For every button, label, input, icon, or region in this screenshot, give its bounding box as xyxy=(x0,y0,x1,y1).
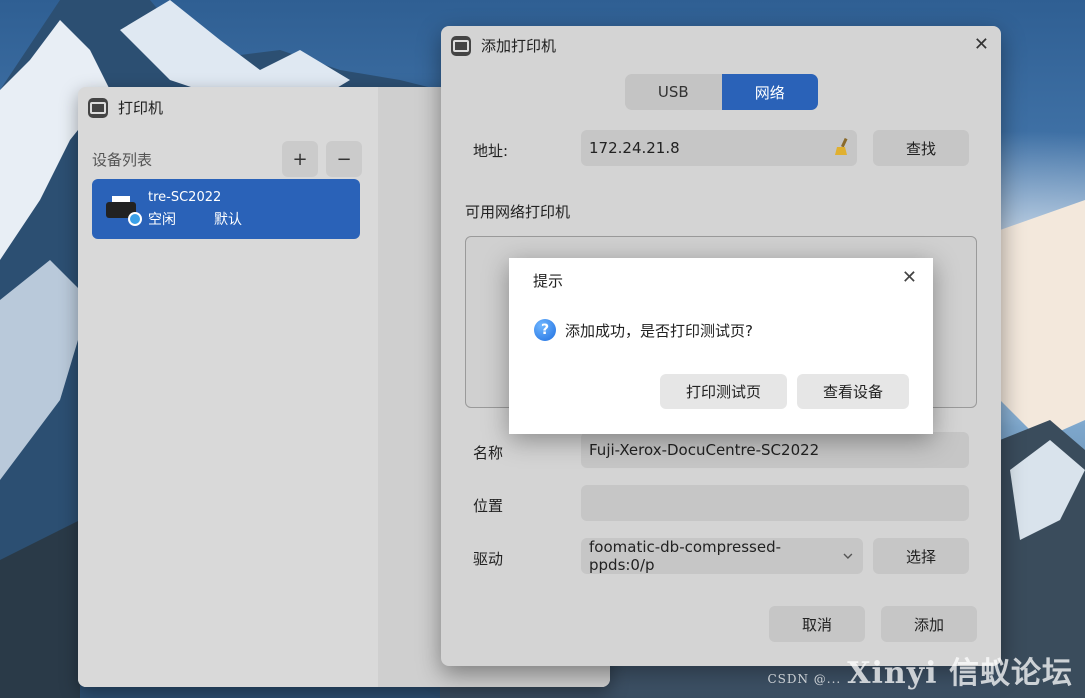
plus-icon: + xyxy=(292,148,308,170)
connection-type-tabs: USB 网络 xyxy=(625,74,818,110)
device-default-badge: 默认 xyxy=(214,211,242,228)
printer-window-title: 打印机 xyxy=(118,99,164,117)
device-status: 空闲 xyxy=(148,211,176,228)
tab-network[interactable]: 网络 xyxy=(721,74,818,110)
print-test-dialog: 提示 ✕ ? 添加成功，是否打印测试页? 打印测试页 查看设备 xyxy=(509,258,933,434)
add-printer-title: 添加打印机 xyxy=(481,37,557,55)
name-input[interactable]: Fuji-Xerox-DocuCentre-SC2022 xyxy=(581,432,969,468)
find-button[interactable]: 查找 xyxy=(873,130,969,166)
dialog-message: 添加成功，是否打印测试页? xyxy=(565,322,753,340)
printer-app-icon xyxy=(451,35,471,56)
chevron-down-icon xyxy=(843,553,853,559)
network-printer-icon xyxy=(106,194,142,226)
driver-label: 驱动 xyxy=(473,550,504,568)
name-label: 名称 xyxy=(473,444,504,462)
printer-app-icon xyxy=(88,97,108,118)
forum-watermark: CSDN @... Xinyi 信蚁论坛 xyxy=(767,648,1073,692)
location-input[interactable] xyxy=(581,485,969,521)
add-button[interactable]: 添加 xyxy=(881,606,977,642)
close-icon[interactable]: ✕ xyxy=(902,267,917,288)
minus-icon: − xyxy=(336,148,352,170)
watermark-sub: CSDN @... xyxy=(767,672,842,686)
device-sidebar: 打印机 设备列表 + − tre-SC2022 空闲 默认 xyxy=(78,87,378,687)
clear-broom-icon[interactable] xyxy=(835,138,849,156)
question-icon: ? xyxy=(534,319,556,341)
device-name: tre-SC2022 xyxy=(148,189,222,205)
view-device-button[interactable]: 查看设备 xyxy=(797,374,909,409)
address-label: 地址: xyxy=(473,142,509,160)
dialog-title: 提示 xyxy=(533,272,564,290)
tab-usb[interactable]: USB xyxy=(625,74,722,110)
name-value: Fuji-Xerox-DocuCentre-SC2022 xyxy=(589,441,820,459)
driver-value: foomatic-db-compressed-ppds:0/p xyxy=(589,538,782,574)
device-list-item[interactable]: tre-SC2022 空闲 默认 xyxy=(92,179,360,239)
cancel-button[interactable]: 取消 xyxy=(769,606,865,642)
add-device-button[interactable]: + xyxy=(282,141,318,177)
printer-window-titlebar: 打印机 xyxy=(88,97,163,118)
device-list-header: 设备列表 + − xyxy=(92,141,362,177)
location-label: 位置 xyxy=(473,497,504,515)
device-list-label: 设备列表 xyxy=(92,150,153,169)
print-test-page-button[interactable]: 打印测试页 xyxy=(660,374,787,409)
watermark-text: Xinyi 信蚁论坛 xyxy=(847,656,1073,691)
close-icon[interactable]: ✕ xyxy=(974,34,989,55)
driver-select[interactable]: foomatic-db-compressed-ppds:0/p xyxy=(581,538,863,574)
address-value: 172.24.21.8 xyxy=(589,139,680,157)
remove-device-button[interactable]: − xyxy=(326,141,362,177)
add-printer-titlebar: 添加打印机 xyxy=(451,35,556,56)
address-input[interactable]: 172.24.21.8 xyxy=(581,130,857,166)
available-printers-label: 可用网络打印机 xyxy=(465,203,571,221)
select-driver-button[interactable]: 选择 xyxy=(873,538,969,574)
